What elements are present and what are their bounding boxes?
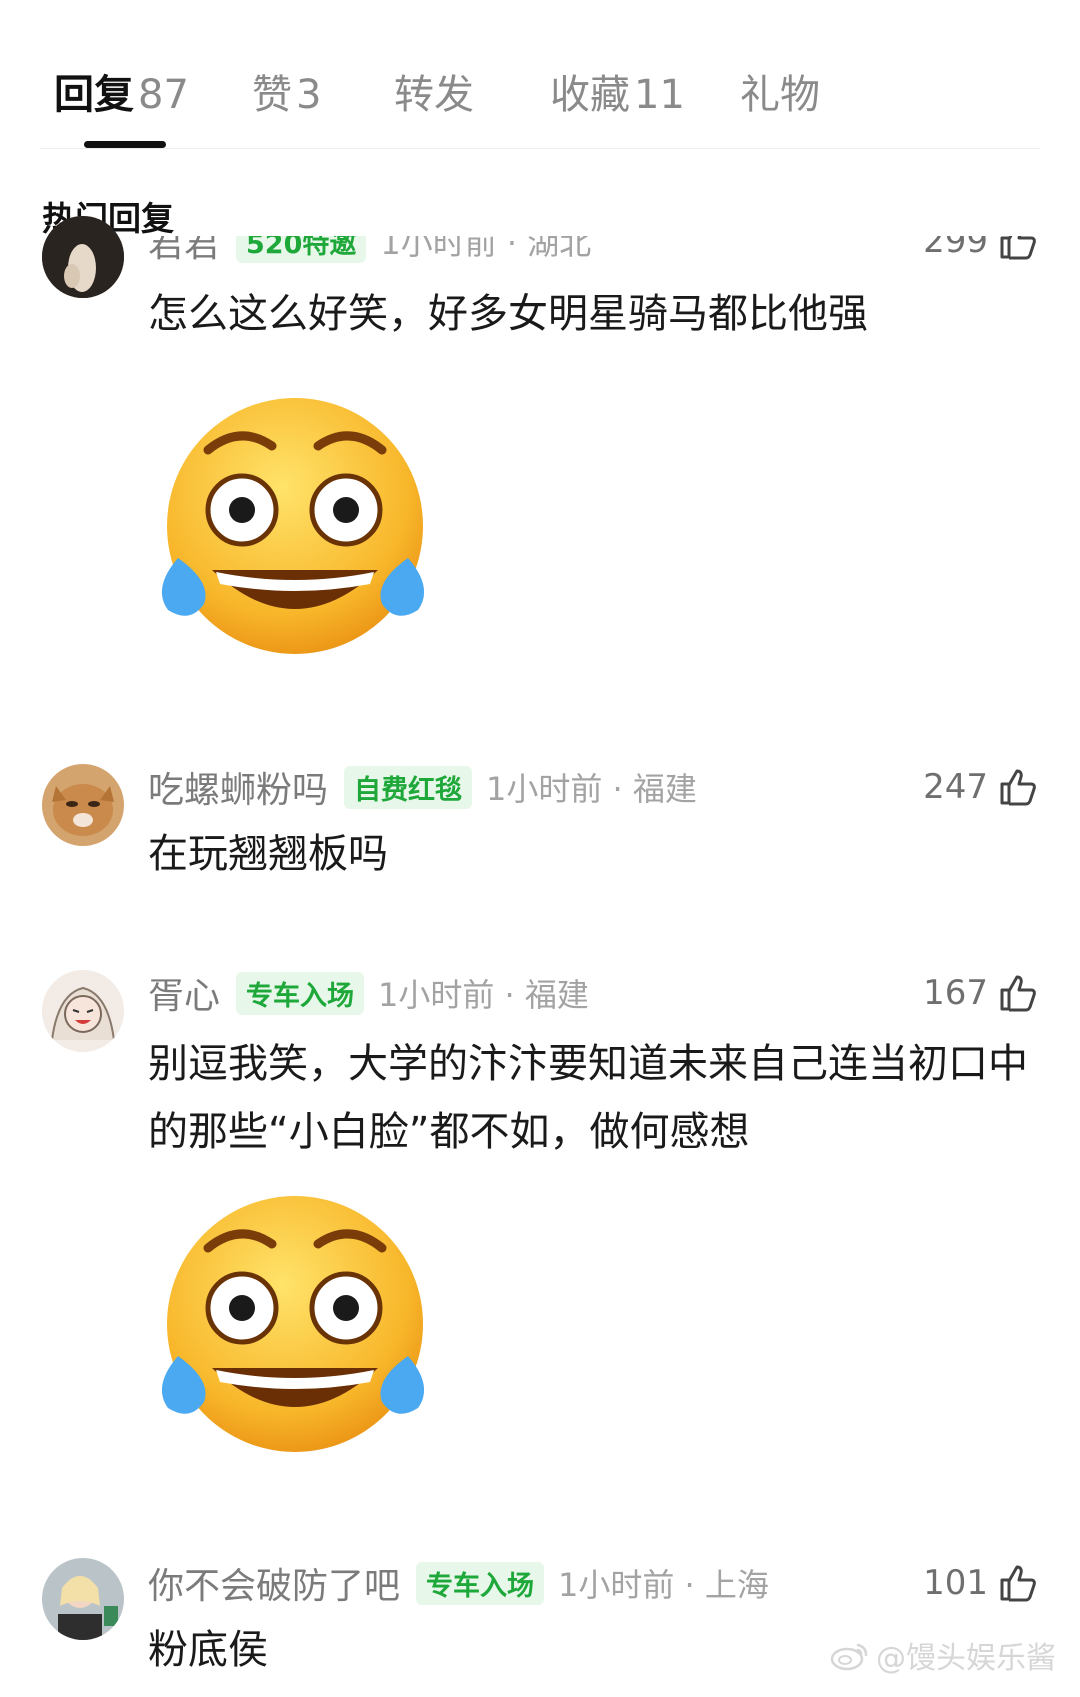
tab-replies-label: 回复 bbox=[54, 72, 134, 118]
like-button[interactable]: 101 bbox=[923, 1560, 1040, 1606]
thumbs-up-icon bbox=[1000, 769, 1036, 806]
tab-replies-count: 87 bbox=[138, 72, 189, 118]
like-button[interactable]: 247 bbox=[923, 764, 1040, 810]
cat-avatar-icon bbox=[42, 764, 124, 846]
like-count: 247 bbox=[923, 767, 988, 807]
tab-reposts-label: 转发 bbox=[394, 72, 474, 118]
watermark-text: @馒头娱乐酱 bbox=[876, 1641, 1056, 1676]
photo-avatar-icon bbox=[42, 1558, 124, 1640]
like-button[interactable]: 299 bbox=[923, 236, 1040, 264]
like-count: 101 bbox=[923, 1563, 988, 1603]
comment-header-clipped: 君君 520特邀 1小时前 · 湖北 299 bbox=[0, 236, 1080, 284]
comment-header: 你不会破防了吧 专车入场 1小时前 · 上海 bbox=[148, 1557, 769, 1609]
comment-meta: 1小时前 · 福建 bbox=[486, 770, 697, 808]
tab-likes-label: 赞 bbox=[252, 72, 292, 118]
avatar[interactable] bbox=[42, 1558, 124, 1640]
comment-text: 怎么这么好笑，好多女明星骑马都比他强 bbox=[148, 291, 868, 337]
tab-favorites-label: 收藏 bbox=[550, 72, 630, 118]
username[interactable]: 君君 bbox=[148, 236, 220, 267]
avatar[interactable] bbox=[42, 970, 124, 1052]
user-badge: 520特邀 bbox=[236, 236, 367, 263]
active-tab-indicator bbox=[84, 141, 166, 148]
comment-header: 君君 520特邀 1小时前 · 湖北 bbox=[148, 236, 592, 267]
tab-favorites[interactable]: 收藏 11 bbox=[550, 62, 685, 120]
like-count: 299 bbox=[923, 236, 988, 261]
watermark: @馒头娱乐酱 bbox=[830, 1633, 1056, 1677]
comment-text: 别逗我笑，大学的汴汴要知道未来自己连当初口中的那些“小白脸”都不如，做何感想 bbox=[148, 1041, 1028, 1155]
thumbs-up-icon bbox=[1000, 236, 1036, 260]
comment-meta: 1小时前 · 福建 bbox=[378, 976, 589, 1014]
comment-text: 在玩翘翘板吗 bbox=[148, 831, 388, 877]
tab-favorites-count: 11 bbox=[634, 72, 685, 118]
comment-header: 吃螺蛳粉吗 自费红毯 1小时前 · 福建 bbox=[148, 761, 697, 813]
username[interactable]: 你不会破防了吧 bbox=[148, 1557, 400, 1609]
tab-likes-count: 3 bbox=[296, 72, 322, 118]
user-badge: 自费红毯 bbox=[344, 765, 473, 809]
user-badge: 专车入场 bbox=[236, 971, 365, 1015]
tab-likes[interactable]: 赞3 bbox=[252, 62, 321, 120]
username[interactable]: 吃螺蛳粉吗 bbox=[148, 761, 328, 813]
username[interactable]: 胥心 bbox=[148, 967, 220, 1019]
tab-replies[interactable]: 回复 87 bbox=[54, 62, 189, 120]
like-button[interactable]: 167 bbox=[923, 970, 1040, 1016]
tab-reposts[interactable]: 转发 bbox=[394, 62, 474, 120]
loudly-crying-face-laughing-icon bbox=[161, 398, 425, 654]
loudly-crying-face-laughing-icon bbox=[161, 1196, 425, 1452]
thumbs-up-icon bbox=[1000, 975, 1036, 1012]
comment-header: 胥心 专车入场 1小时前 · 福建 bbox=[148, 967, 589, 1019]
user-badge: 专车入场 bbox=[416, 1561, 545, 1605]
tab-divider bbox=[40, 148, 1040, 149]
comment-meta: 1小时前 · 湖北 bbox=[380, 236, 592, 262]
thumbs-up-icon bbox=[1000, 1565, 1036, 1602]
cartoon-avatar-icon bbox=[42, 970, 124, 1052]
avatar[interactable] bbox=[42, 764, 124, 846]
like-count: 167 bbox=[923, 973, 988, 1013]
weibo-logo-icon bbox=[830, 1643, 868, 1671]
tab-gifts-label: 礼物 bbox=[740, 72, 820, 118]
comment-meta: 1小时前 · 上海 bbox=[558, 1566, 769, 1604]
tab-gifts[interactable]: 礼物 bbox=[740, 62, 820, 120]
tab-bar: 回复 87 赞3 转发 收藏 11 礼物 bbox=[0, 0, 1080, 150]
